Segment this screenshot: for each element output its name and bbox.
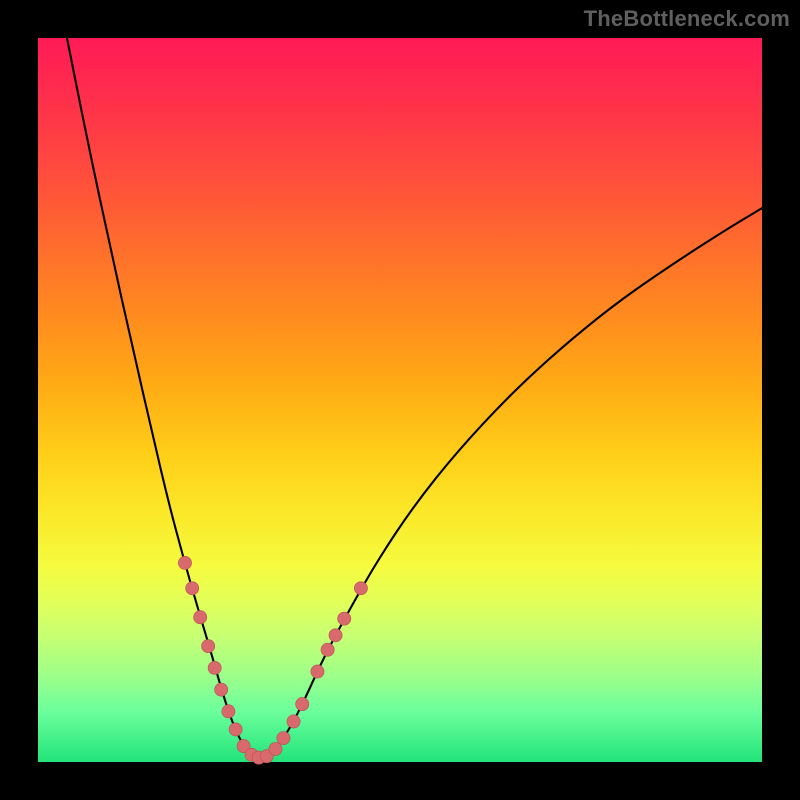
data-point bbox=[194, 611, 207, 624]
data-point bbox=[329, 629, 342, 642]
data-point bbox=[354, 582, 367, 595]
data-point bbox=[296, 697, 309, 710]
data-point bbox=[186, 582, 199, 595]
data-point bbox=[178, 556, 191, 569]
data-point bbox=[222, 705, 235, 718]
bottleneck-curve bbox=[67, 38, 762, 757]
data-point bbox=[208, 661, 221, 674]
data-point bbox=[287, 715, 300, 728]
watermark-text: TheBottleneck.com bbox=[584, 6, 790, 32]
data-point bbox=[311, 665, 324, 678]
plot-area bbox=[38, 38, 762, 762]
data-point bbox=[277, 732, 290, 745]
chart-stage: TheBottleneck.com bbox=[0, 0, 800, 800]
chart-svg bbox=[38, 38, 762, 762]
data-point bbox=[215, 683, 228, 696]
data-points-group bbox=[178, 556, 367, 764]
data-point bbox=[229, 723, 242, 736]
data-point bbox=[269, 742, 282, 755]
data-point bbox=[202, 640, 215, 653]
data-point bbox=[338, 612, 351, 625]
data-point bbox=[321, 643, 334, 656]
